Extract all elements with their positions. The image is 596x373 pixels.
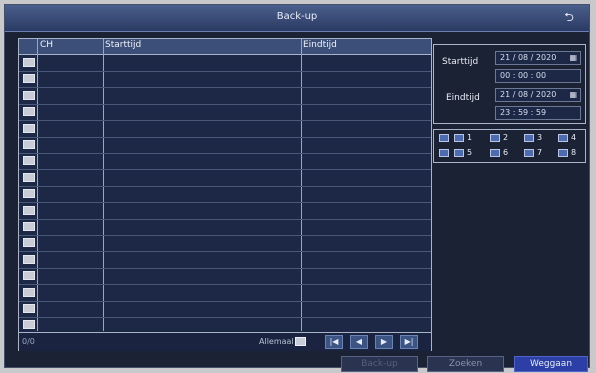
row-checkbox[interactable] [23,222,35,231]
calendar-icon[interactable]: ▦ [569,54,577,62]
table-row[interactable] [19,104,431,122]
result-count: 0/0 [22,337,35,346]
end-time-value: 23 : 59 : 59 [500,108,547,117]
table-row[interactable] [19,121,431,138]
row-checkbox[interactable] [23,189,35,199]
table-row[interactable] [19,268,431,286]
row-checkbox[interactable] [23,107,35,117]
last-page-button[interactable]: ▶| [400,335,418,349]
all-channels-checkbox[interactable] [439,134,449,142]
row-checkbox[interactable] [23,172,35,182]
row-checkbox[interactable] [23,90,35,100]
table-row[interactable] [19,153,431,171]
table-row[interactable] [19,170,431,187]
channel-label-3: 3 [537,133,543,142]
channel-label-1: 1 [467,133,473,142]
row-checkbox[interactable] [23,254,35,264]
channel-checkbox-2[interactable] [490,134,500,142]
next-page-button[interactable]: ▶ [375,335,393,349]
row-checkbox[interactable] [23,156,35,166]
start-time-field[interactable]: 00 : 00 : 00 [495,69,581,83]
row-checkbox[interactable] [23,271,35,281]
channel-label-5: 5 [467,148,473,157]
channel-checkbox-4[interactable] [558,134,568,142]
select-all-checkbox[interactable] [295,337,306,346]
column-header-ch: CH [40,40,54,50]
backup-button[interactable]: Back-up [341,356,418,372]
column-header-eindtijd: Eindtijd [303,40,337,50]
search-button[interactable]: Zoeken [427,356,504,372]
table-row[interactable] [19,301,431,318]
table-row[interactable] [19,235,431,253]
row-checkbox[interactable] [23,205,35,215]
row-checkbox[interactable] [23,238,35,248]
return-arrow-icon[interactable]: ⮌ [561,10,577,24]
title-bar: Back-up ⮌ [5,5,589,32]
end-time-label: Eindtijd [446,93,480,103]
table-row[interactable] [19,252,431,269]
first-page-button[interactable]: |◀ [325,335,343,349]
end-date-value: 21 / 08 / 2020 [500,90,557,99]
row-checkbox[interactable] [23,140,35,149]
channel-label-4: 4 [571,133,577,142]
table-row[interactable] [19,203,431,220]
end-time-field[interactable]: 23 : 59 : 59 [495,106,581,120]
channel-checkbox-6[interactable] [490,149,500,157]
row-checkbox[interactable] [23,74,35,84]
channel-checkbox-3[interactable] [524,134,534,142]
table-footer: 0/0 Allemaal |◀ ◀ ▶ ▶| [19,332,431,351]
calendar-icon[interactable]: ▦ [569,91,577,99]
table-row[interactable] [19,186,431,204]
channel-checkbox-8[interactable] [558,149,568,157]
start-time-label: Starttijd [442,57,479,67]
start-date-field[interactable]: 21 / 08 / 2020 ▦ [495,51,581,65]
channel-label-6: 6 [503,148,509,157]
channel-label-8: 8 [571,148,577,157]
channel-label-2: 2 [503,133,509,142]
row-checkbox[interactable] [23,287,35,297]
channel-checkbox-7[interactable] [524,149,534,157]
channel-checkbox-5[interactable] [454,149,464,157]
row-checkbox[interactable] [23,320,35,330]
row-checkbox[interactable] [23,123,35,133]
table-row[interactable] [19,219,431,236]
backup-window: Back-up ⮌ CH Starttijd Eindtijd 0/0 Alle… [4,4,590,372]
table-row[interactable] [19,55,431,72]
table-row[interactable] [19,71,431,89]
table-row[interactable] [19,137,431,154]
window-title: Back-up [276,11,318,22]
table-row[interactable] [19,88,431,105]
start-date-value: 21 / 08 / 2020 [500,53,557,62]
row-checkbox[interactable] [23,304,35,313]
cancel-button[interactable]: Weggaan [514,356,588,372]
select-all-label: Allemaal [259,337,294,346]
previous-page-button[interactable]: ◀ [350,335,368,349]
row-checkbox[interactable] [23,58,35,67]
file-table: CH Starttijd Eindtijd 0/0 Allemaal |◀ ◀ … [18,38,432,351]
time-range-panel: Starttijd 21 / 08 / 2020 ▦ 00 : 00 : 00 … [433,44,586,124]
table-header: CH Starttijd Eindtijd [19,39,431,55]
all-channels-checkbox-row2[interactable] [439,149,449,157]
start-time-value: 00 : 00 : 00 [500,71,547,80]
column-header-starttijd: Starttijd [105,40,142,50]
channel-checkbox-1[interactable] [454,134,464,142]
channel-selector: 1 2 3 4 5 6 7 8 [433,129,586,163]
table-row[interactable] [19,285,431,302]
channel-label-7: 7 [537,148,543,157]
end-date-field[interactable]: 21 / 08 / 2020 ▦ [495,88,581,102]
